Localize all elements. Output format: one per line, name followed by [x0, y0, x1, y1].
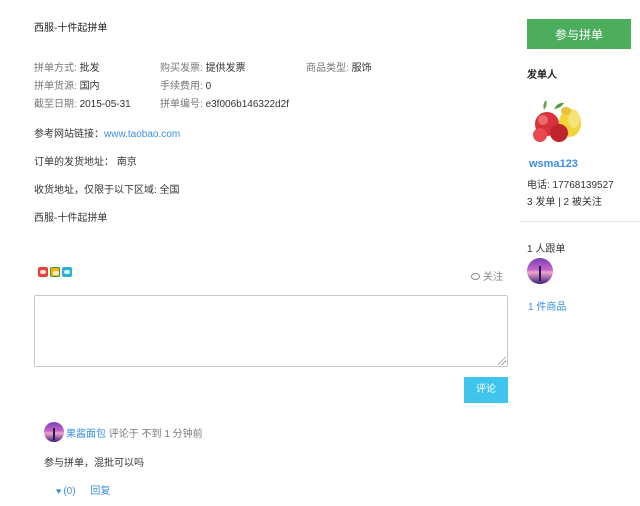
meta-source: 拼单货源: 国内: [34, 77, 100, 92]
meta-source-label: 拼单货源:: [34, 81, 77, 92]
meta-source-value: 国内: [79, 81, 100, 92]
reference-link-row: 参考网站链接：www.taobao.com: [34, 125, 180, 140]
comment-submit-button[interactable]: 评论: [464, 377, 508, 403]
join-group-buy-button[interactable]: 参与拼单: [527, 19, 631, 49]
host-name[interactable]: wsma123: [529, 158, 578, 170]
followers-heading: 1 人跟单: [527, 244, 566, 255]
meta-id-value: e3f006b146322d2f: [205, 99, 289, 110]
comment-time: 评论于 不到 1 分钟前: [108, 429, 203, 440]
meta-fee-value: 0: [205, 81, 212, 92]
eye-icon: [471, 272, 480, 280]
weibo-share-icon[interactable]: [38, 267, 48, 277]
meta-fee: 手续费用: 0: [160, 77, 211, 92]
commenter-name[interactable]: 果酱面包: [66, 429, 106, 440]
comment-actions: ♥ (0) 回复: [56, 482, 110, 497]
meta-fee-label: 手续费用:: [160, 81, 203, 92]
like-button[interactable]: ♥ (0): [56, 486, 76, 497]
meta-mode-value: 批发: [79, 63, 100, 74]
follower-avatar[interactable]: [527, 258, 553, 284]
comment-header: 果酱面包 评论于 不到 1 分钟前: [66, 425, 203, 440]
host-phone: 电话: 17768139527: [527, 180, 614, 191]
ship-to-region: 收货地址，仅限于以下区域: 全国: [34, 185, 180, 196]
meta-mode-label: 拼单方式:: [34, 63, 77, 74]
host-stats: 3 发单 | 2 被关注: [527, 197, 602, 208]
meta-deadline: 截至日期: 2015-05-31: [34, 95, 131, 110]
meta-deadline-value: 2015-05-31: [79, 99, 131, 110]
meta-mode: 拼单方式: 批发: [34, 59, 100, 74]
host-avatar[interactable]: [530, 97, 584, 145]
meta-id: 拼单编号: e3f006b146322d2f: [160, 95, 289, 110]
meta-invoice-value: 提供发票: [205, 63, 246, 74]
meta-type-label: 商品类型:: [306, 63, 349, 74]
tencent-share-icon[interactable]: [62, 267, 72, 277]
resize-handle-icon[interactable]: [498, 357, 506, 365]
sidebar-divider: [520, 221, 640, 222]
meta-deadline-label: 截至日期:: [34, 99, 77, 110]
goods-count-link[interactable]: 1 件商品: [528, 298, 566, 313]
meta-id-label: 拼单编号:: [160, 99, 203, 110]
qzone-share-icon[interactable]: [50, 267, 60, 277]
meta-type-value: 服饰: [351, 63, 372, 74]
page-title: 西服-十件起拼单: [34, 23, 108, 34]
host-heading: 发单人: [527, 70, 557, 81]
reference-link-label: 参考网站链接：: [34, 129, 104, 140]
follow-button[interactable]: 关注: [471, 268, 503, 283]
meta-invoice-label: 购买发票:: [160, 63, 203, 74]
like-count: (0): [63, 486, 76, 497]
description: 西服-十件起拼单: [34, 213, 108, 224]
comment-textarea[interactable]: [34, 295, 508, 367]
reply-button[interactable]: 回复: [90, 486, 110, 497]
share-bar: [38, 267, 72, 277]
follow-label: 关注: [483, 272, 503, 283]
ship-from-address: 订单的发货地址： 南京: [34, 157, 137, 168]
meta-type: 商品类型: 服饰: [306, 59, 372, 74]
heart-icon: ♥: [56, 486, 62, 496]
reference-link[interactable]: www.taobao.com: [104, 129, 180, 140]
meta-invoice: 购买发票: 提供发票: [160, 59, 246, 74]
comment-text: 参与拼单，混批可以吗: [44, 458, 144, 469]
commenter-avatar[interactable]: [44, 422, 64, 442]
